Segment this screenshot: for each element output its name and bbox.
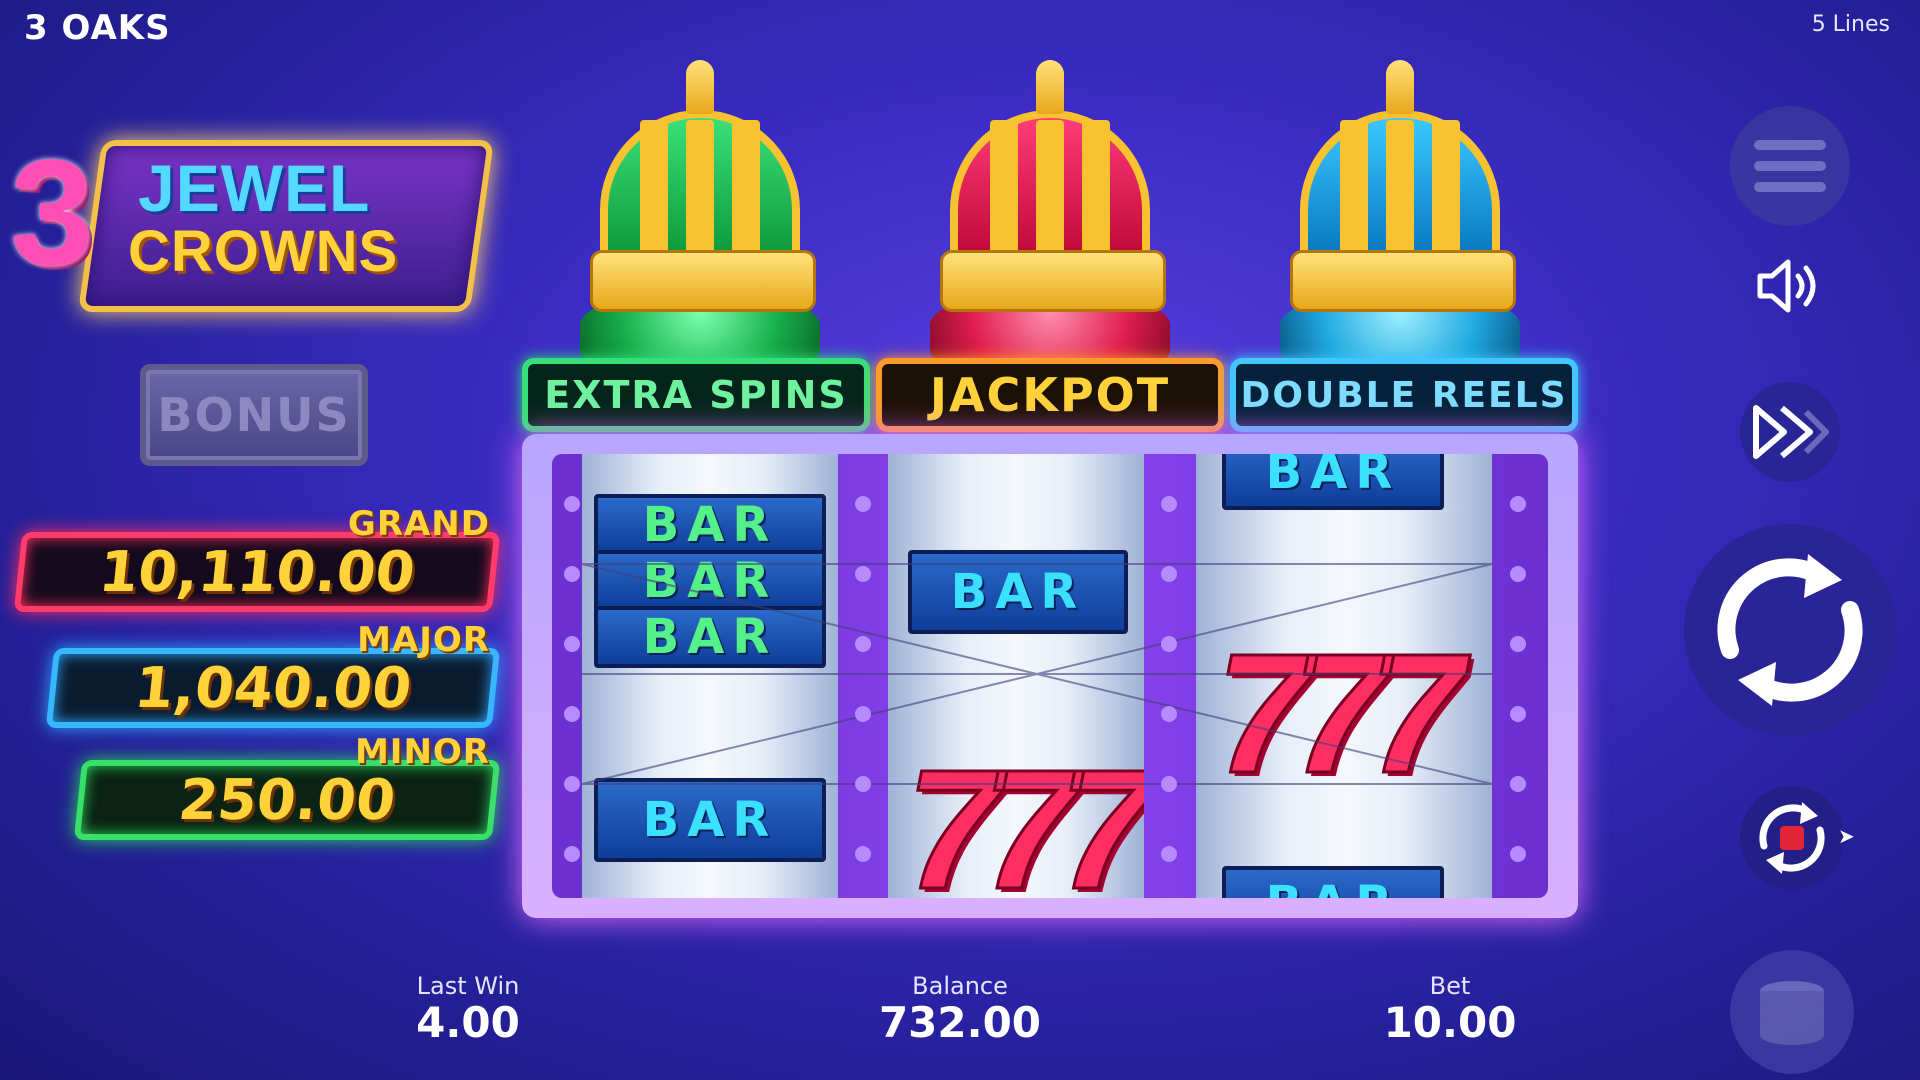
reel-light <box>564 846 580 862</box>
reel-light <box>1510 776 1526 792</box>
paylines-count: 5 Lines <box>1811 12 1890 37</box>
reel-light <box>1161 566 1177 582</box>
jackpot-minor-label: MINOR <box>354 732 490 772</box>
jackpot-minor-value: 250.00 <box>73 760 501 840</box>
crown-band <box>1340 120 1368 260</box>
reel-light <box>1510 706 1526 722</box>
crown-band <box>732 120 760 260</box>
reel-light <box>564 496 580 512</box>
logo-number: 3 <box>10 128 94 296</box>
bar-symbol: BAR <box>594 550 826 612</box>
reel-light <box>855 496 871 512</box>
reel-light <box>855 566 871 582</box>
bar-symbol: BAR <box>594 778 826 862</box>
bet-button[interactable] <box>1730 950 1854 1074</box>
feature-extra-spins: EXTRA SPINS <box>522 358 870 432</box>
blue-crown-icon <box>1260 40 1540 360</box>
speaker-icon <box>1757 259 1816 313</box>
hamburger-icon <box>1754 140 1826 192</box>
crown-band <box>1432 120 1460 260</box>
reel-light <box>1510 636 1526 652</box>
bet: Bet 10.00 <box>1320 972 1580 1047</box>
bonus-button[interactable]: BONUS <box>140 364 368 466</box>
bar-symbol: BAR <box>908 550 1128 634</box>
feature-jackpot: JACKPOT <box>876 358 1224 432</box>
last-win-value: 4.00 <box>416 998 520 1047</box>
green-crown-icon <box>560 40 840 360</box>
bet-label: Bet <box>1429 972 1471 1000</box>
reel-light <box>1510 566 1526 582</box>
reel-light <box>855 776 871 792</box>
reel-3: BAR 777 BAR <box>1196 454 1492 898</box>
last-win-label: Last Win <box>416 972 520 1000</box>
logo-word-jewel: JEWEL <box>138 151 371 225</box>
bar-symbol: BAR <box>1222 454 1444 510</box>
turbo-button[interactable] <box>1740 382 1840 482</box>
reels-frame: BAR BAR BAR BAR BAR 777 BAR 777 BAR <box>522 434 1578 918</box>
seven-symbol: 777 <box>1215 618 1466 811</box>
jackpot-grand-label: GRAND <box>347 504 490 544</box>
seven-symbol: 777 <box>905 734 1144 899</box>
reel-light <box>564 706 580 722</box>
last-win: Last Win 4.00 <box>338 972 598 1047</box>
feature-double-reels: DOUBLE REELS <box>1230 358 1578 432</box>
reel-light <box>1510 496 1526 512</box>
balance-label: Balance <box>912 972 1008 1000</box>
reel-1: BAR BAR BAR BAR <box>582 454 838 898</box>
balance-value: 732.00 <box>878 998 1042 1047</box>
reel-light <box>564 566 580 582</box>
crown-band <box>1386 120 1414 260</box>
reel-light <box>1510 846 1526 862</box>
crown-band <box>686 120 714 260</box>
bar-symbol: BAR <box>594 606 826 668</box>
reel-light <box>1161 846 1177 862</box>
bet-value: 10.00 <box>1383 998 1517 1047</box>
crown-tip <box>1036 60 1064 114</box>
crown-band <box>990 120 1018 260</box>
crown-tip <box>1386 60 1414 114</box>
mouse-cursor-icon: ➤ <box>1838 824 1855 848</box>
crown-band <box>640 120 668 260</box>
reel-light <box>1161 706 1177 722</box>
jackpot-major: 1,040.00 MAJOR <box>12 620 501 732</box>
jackpot-minor: 250.00 MINOR <box>12 732 501 844</box>
bar-symbol: BAR <box>594 494 826 556</box>
crown-band <box>1082 120 1110 260</box>
balance: Balance 732.00 <box>830 972 1090 1047</box>
red-crown-icon <box>910 40 1190 360</box>
logo-word-crowns: CROWNS <box>128 219 399 284</box>
bar-symbol: BAR <box>1222 866 1444 898</box>
crown-tip <box>686 60 714 114</box>
reel-light <box>855 846 871 862</box>
menu-button[interactable] <box>1730 106 1850 226</box>
reel-light <box>1161 776 1177 792</box>
sound-button[interactable] <box>1750 246 1830 326</box>
reel-light <box>1161 496 1177 512</box>
crown-base <box>1290 250 1516 312</box>
provider-name: 3 OAKS <box>24 8 171 48</box>
autoplay-button[interactable] <box>1740 786 1844 890</box>
autoplay-stop-icon <box>1759 802 1825 874</box>
reel-light <box>564 636 580 652</box>
jackpot-grand-value: 10,110.00 <box>13 532 501 612</box>
crown-band <box>1036 120 1064 260</box>
reel-2: BAR 777 <box>888 454 1144 898</box>
coin-stack-icon <box>1760 981 1824 1045</box>
game-logo: 3 JEWEL CROWNS <box>10 128 495 312</box>
reel-light <box>564 776 580 792</box>
spin-button[interactable] <box>1684 524 1896 736</box>
crown-base <box>590 250 816 312</box>
jackpot-major-value: 1,040.00 <box>45 648 501 728</box>
reel-light <box>855 706 871 722</box>
crown-base <box>940 250 1166 312</box>
jackpot-major-label: MAJOR <box>357 620 490 660</box>
reel-light <box>855 636 871 652</box>
reels-area[interactable]: BAR BAR BAR BAR BAR 777 BAR 777 BAR <box>552 454 1548 898</box>
fast-forward-icon <box>1753 405 1829 459</box>
spin-arrows-icon <box>1717 554 1863 706</box>
jackpot-grand: 10,110.00 GRAND <box>12 504 501 616</box>
reel-light <box>1161 636 1177 652</box>
